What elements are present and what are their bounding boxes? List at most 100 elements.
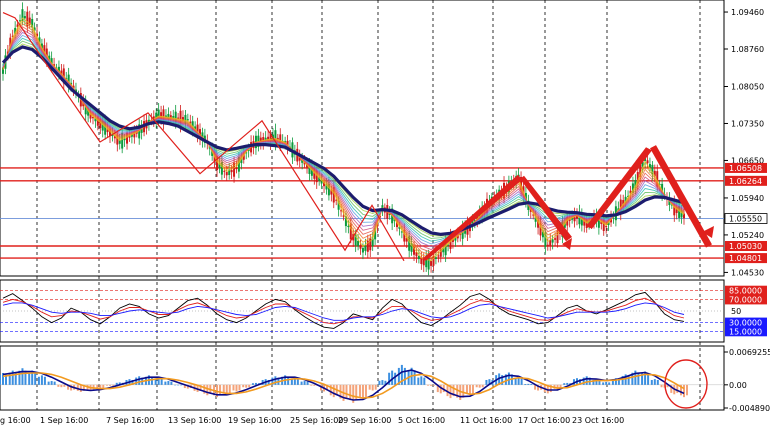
y-tick-label: 1.08760	[731, 45, 764, 54]
macd-bar	[228, 384, 231, 394]
y-tick-label: 1.05240	[731, 231, 764, 240]
macd-bar	[115, 382, 118, 385]
macd-bar	[63, 384, 66, 387]
macd-bar	[206, 384, 209, 396]
macd-bar	[112, 384, 115, 386]
macd-bar	[310, 384, 313, 386]
macd-bar	[430, 384, 433, 386]
y-tick-label: 1.09460	[731, 8, 764, 17]
macd-bar	[364, 384, 367, 397]
macd-bar	[368, 384, 371, 390]
macd-tick-label: 0.0069255	[729, 348, 770, 357]
candle-body	[434, 257, 437, 260]
osc-level-label: 70.0000	[729, 295, 762, 304]
macd-bar	[34, 372, 37, 385]
macd-bar	[585, 376, 588, 385]
x-tick-label: 5 Oct 16:00	[398, 416, 445, 425]
macd-bar	[345, 384, 348, 399]
macd-bar	[138, 376, 141, 385]
macd-bar	[374, 384, 377, 390]
macd-tick-label: 0.00	[729, 381, 747, 390]
macd-bar	[527, 383, 530, 385]
macd-bar	[605, 381, 608, 385]
macd-bar	[381, 380, 384, 385]
candle-body	[347, 225, 350, 228]
y-tick-label: 1.08050	[731, 83, 764, 92]
candle-body	[551, 239, 554, 243]
candle-body	[361, 247, 364, 253]
macd-bar	[177, 384, 180, 386]
macd-bar	[47, 381, 50, 385]
macd-bar	[28, 372, 31, 385]
macd-bar	[378, 380, 381, 385]
macd-bar	[413, 370, 416, 385]
x-tick-label: 17 Oct 16:00	[518, 416, 570, 425]
level-tag-label: 1.04801	[729, 254, 762, 263]
osc-level-label: 85.0000	[729, 287, 762, 296]
x-tick-label: 25 Sep 16:00	[290, 416, 343, 425]
macd-bar	[21, 368, 24, 385]
y-tick-label: 1.04530	[731, 268, 764, 277]
candle-body	[359, 245, 362, 249]
x-tick-label: 7 Sep 16:00	[106, 416, 154, 425]
macd-bar	[303, 381, 306, 385]
macd-bar	[656, 379, 659, 385]
macd-bar	[485, 379, 488, 385]
macd-bar	[514, 378, 517, 385]
macd-bar	[530, 384, 533, 385]
x-tick-label: 29 Sep 16:00	[338, 416, 391, 425]
macd-bar	[43, 376, 46, 385]
macd-bar	[57, 384, 60, 387]
macd-bar	[102, 384, 105, 389]
macd-bar	[563, 383, 566, 385]
macd-bar	[53, 381, 56, 385]
candle-body	[364, 245, 367, 251]
candle-body	[225, 172, 228, 176]
current-price-label: 1.05550	[729, 215, 762, 224]
candle-body	[420, 257, 423, 264]
candle-body	[554, 238, 557, 240]
macd-bar	[475, 384, 478, 388]
forex-chart: 85.000070.0000 50 30.000015.0000 0.0069255…	[0, 0, 770, 430]
macd-bar	[235, 384, 238, 392]
candle-body	[186, 119, 189, 121]
candle-body	[549, 240, 552, 246]
osc-level-label: 50	[731, 307, 741, 316]
macd-bar	[471, 384, 474, 394]
macd-bar	[403, 367, 406, 385]
level-tag-label: 1.05030	[729, 242, 762, 251]
macd-bar	[423, 377, 426, 385]
macd-bar	[608, 382, 611, 385]
osc-level-label: 15.0000	[729, 327, 762, 336]
macd-bar	[238, 384, 241, 391]
macd-bar	[394, 372, 397, 385]
candle-body	[417, 255, 420, 260]
macd-bar	[300, 381, 303, 385]
macd-bar	[50, 381, 53, 385]
y-tick-label: 1.05940	[731, 194, 764, 203]
macd-bar	[245, 384, 248, 388]
macd-bar	[465, 384, 468, 394]
macd-bar	[427, 384, 430, 386]
macd-bar	[180, 384, 183, 386]
x-tick-label: 13 Sep 16:00	[168, 416, 221, 425]
candle-body	[430, 260, 433, 266]
macd-bar	[520, 378, 523, 385]
macd-bar	[602, 382, 605, 385]
macd-bar	[676, 384, 679, 393]
macd-bar	[248, 384, 251, 388]
macd-bar	[653, 379, 656, 385]
x-tick-label: 1 Sep 16:00	[40, 416, 88, 425]
macd-tick-label: -0.0048908	[729, 404, 770, 413]
candle-body	[235, 167, 238, 170]
macd-bar	[332, 384, 335, 398]
macd-bar	[0, 374, 1, 385]
macd-bar	[60, 384, 63, 388]
macd-bar	[164, 381, 167, 385]
macd-bar	[170, 381, 173, 385]
macd-bar	[349, 384, 352, 401]
macd-bar	[417, 377, 420, 385]
macd-bar	[251, 383, 254, 385]
macd-bar	[106, 384, 109, 386]
macd-bar	[371, 384, 374, 391]
